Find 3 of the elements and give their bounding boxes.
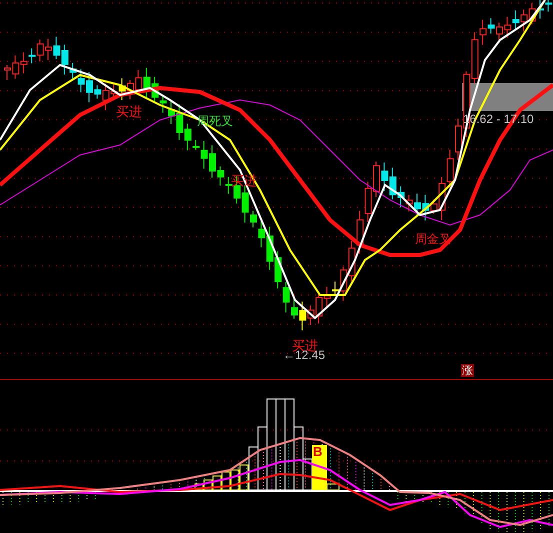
buy-signal-label: 买进 bbox=[116, 106, 142, 119]
signal-letter: B bbox=[313, 445, 322, 458]
rise-badge: 涨 bbox=[461, 364, 474, 377]
